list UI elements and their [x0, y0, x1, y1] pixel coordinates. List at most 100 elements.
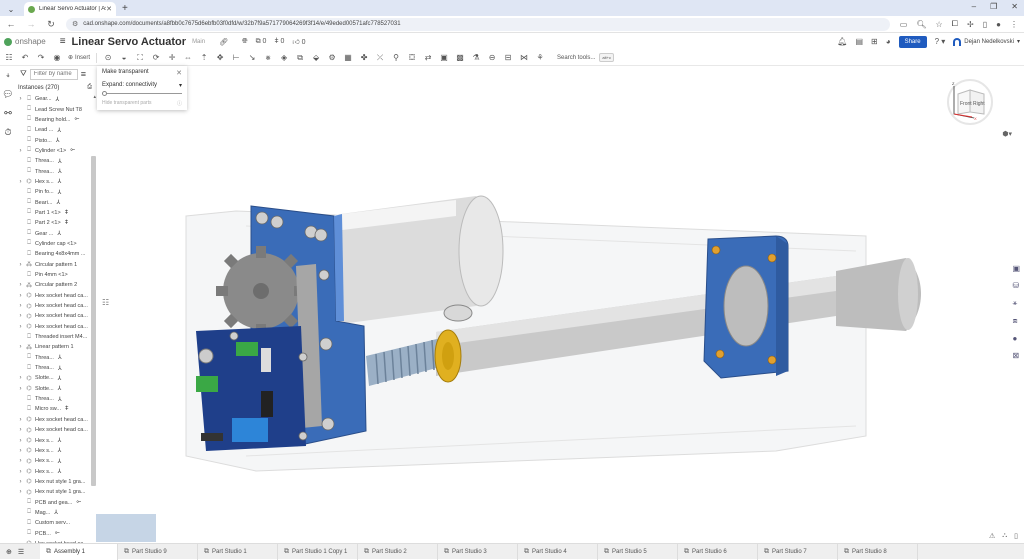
- grid-apps-icon[interactable]: ⊞: [871, 37, 878, 46]
- tab-part-studio[interactable]: ⧉Part Studio 9: [118, 544, 198, 560]
- tab-part-studio[interactable]: ⧉Part Studio 1: [198, 544, 278, 560]
- instance-row[interactable]: ›⌬Hex s...⅄: [16, 446, 90, 456]
- instance-row[interactable]: ›⌬Hex socket head ca...: [16, 291, 90, 301]
- instance-row[interactable]: ⎕Lead Screw Nut T8: [16, 104, 90, 114]
- instance-row[interactable]: ⎕Bearing hold...⟜: [16, 115, 90, 125]
- planar-mate-icon[interactable]: ✥: [215, 51, 225, 65]
- document-menu-icon[interactable]: ≡: [60, 36, 66, 47]
- instance-row[interactable]: ›⌬Hex socket head ca...: [16, 301, 90, 311]
- bom-icon[interactable]: ⛁: [1012, 281, 1020, 290]
- instances-header[interactable]: Instances (270) ⎙: [16, 82, 96, 93]
- instance-row[interactable]: ⎕Gear ...⅄: [16, 228, 90, 238]
- network-icon[interactable]: ⛬: [1002, 532, 1007, 540]
- like-count[interactable]: 👍︎ 0: [292, 37, 305, 46]
- minimize-button[interactable]: –: [972, 2, 976, 11]
- close-window-button[interactable]: ✕: [1011, 2, 1018, 11]
- revolute-mate-icon[interactable]: ⟳: [151, 51, 161, 65]
- app-store-icon[interactable]: ▤: [855, 37, 863, 46]
- group-icon[interactable]: ⧉: [295, 51, 305, 65]
- document-title[interactable]: Linear Servo Actuator: [72, 36, 187, 48]
- view-cube[interactable]: Front Right Z X ⬢▾: [946, 76, 1000, 136]
- public-globe-icon[interactable]: 🌐︎: [242, 38, 248, 46]
- instance-row[interactable]: ›⌬Slotte...⅄: [16, 384, 90, 394]
- gear-relation-icon[interactable]: ⚙: [327, 51, 337, 65]
- instance-row[interactable]: ⎕Threa...⅄: [16, 156, 90, 166]
- configuration-panel-icon[interactable]: ⧈: [1012, 316, 1020, 326]
- filter-icon[interactable]: ⛛: [20, 69, 27, 79]
- list-options-icon[interactable]: ≡: [81, 69, 86, 79]
- explode-view-icon[interactable]: ⛋: [407, 51, 417, 65]
- instance-row[interactable]: ⎕Part 2 <1>ǂ: [16, 218, 90, 228]
- notifications-bell-icon[interactable]: 🔔︎: [837, 37, 847, 46]
- profile-icon[interactable]: ●: [996, 20, 1001, 29]
- expand-caret-icon[interactable]: ›: [16, 427, 25, 433]
- expand-caret-icon[interactable]: ›: [16, 438, 25, 444]
- instance-row[interactable]: ›⌬Hex socket head ca...: [16, 311, 90, 321]
- appearance-panel-icon[interactable]: ▣: [1012, 264, 1020, 273]
- instance-row[interactable]: ›⁂Circular pattern 1: [16, 260, 90, 270]
- tab-part-studio[interactable]: ⧉Part Studio 4: [518, 544, 598, 560]
- folder-icon[interactable]: ⎙: [87, 84, 92, 91]
- site-info-icon[interactable]: ⚙: [72, 20, 78, 28]
- insert-button[interactable]: ⊕Insert: [68, 51, 90, 65]
- reload-button[interactable]: ↻: [46, 19, 56, 30]
- instance-row[interactable]: ⎕Bearing 4x8x4mm ...: [16, 249, 90, 259]
- instance-row[interactable]: ⎕Cylinder cap <1>: [16, 239, 90, 249]
- measure-icon[interactable]: ▣: [439, 51, 449, 65]
- expand-caret-icon[interactable]: ›: [16, 489, 25, 495]
- simulation-icon[interactable]: ⚘: [535, 51, 545, 65]
- branch-count[interactable]: ǂ 0: [274, 38, 284, 45]
- transparency-slider[interactable]: [102, 93, 182, 94]
- instance-row[interactable]: ⎕Mag...⅄: [16, 508, 90, 518]
- graphics-viewport[interactable]: Front Right Z X ⬢▾ ▣ ⛁ ⚹ ⧈ ● ⊠: [96, 66, 1024, 543]
- expand-caret-icon[interactable]: ›: [16, 303, 25, 309]
- pin-slot-mate-icon[interactable]: ⇡: [199, 51, 209, 65]
- instance-row[interactable]: ⎕Threa...⅄: [16, 353, 90, 363]
- expand-caret-icon[interactable]: ›: [16, 148, 25, 154]
- learning-center-icon[interactable]: ◕: [886, 37, 891, 46]
- versions-count[interactable]: ⧉ 0: [256, 38, 267, 46]
- bookmark-star-icon[interactable]: ☆: [935, 20, 942, 29]
- expand-caret-icon[interactable]: ›: [16, 313, 25, 319]
- help-button[interactable]: ? ▾: [935, 37, 946, 46]
- insert-tab-icon[interactable]: ⊕: [6, 548, 12, 556]
- instance-row[interactable]: ›⎕Cylinder <1>⟜: [16, 146, 90, 156]
- forward-button[interactable]: →: [26, 19, 36, 29]
- new-tab-button[interactable]: +: [122, 2, 128, 16]
- instance-row[interactable]: ⎕PCB and gea...⟜: [16, 497, 90, 507]
- extensions-puzzle-icon[interactable]: ✢: [967, 20, 974, 29]
- instance-row[interactable]: ⎕Pisto...⅄: [16, 135, 90, 145]
- browser-menu-icon[interactable]: ⋮: [1010, 20, 1018, 29]
- expand-caret-icon[interactable]: ›: [16, 448, 25, 454]
- tab-part-studio[interactable]: ⧉Part Studio 2: [358, 544, 438, 560]
- branch-label[interactable]: Main: [192, 39, 205, 45]
- instance-row[interactable]: ⎕Micro sw...ǂ: [16, 404, 90, 414]
- instance-row[interactable]: ›⌬Slotte...⅄: [16, 373, 90, 383]
- relation-icon[interactable]: ⬙: [311, 51, 321, 65]
- onshape-logo[interactable]: onshape: [4, 37, 46, 46]
- instance-row[interactable]: ⎕Pin fo...⅄: [16, 187, 90, 197]
- camera-off-icon[interactable]: ▭: [900, 20, 908, 29]
- mate-features-icon[interactable]: ⚯: [4, 108, 12, 119]
- slider-knob[interactable]: [102, 91, 107, 96]
- info-icon[interactable]: ⓘ: [177, 100, 182, 107]
- tangent-mate-icon[interactable]: ⨳: [263, 51, 273, 65]
- tab-part-studio[interactable]: ⧉Part Studio 7: [758, 544, 838, 560]
- instance-row[interactable]: ⎕Threa...⅄: [16, 363, 90, 373]
- browser-tab[interactable]: Linear Servo Actuator | Assem ✕: [24, 2, 116, 16]
- expand-caret-icon[interactable]: ›: [16, 262, 25, 268]
- instance-row[interactable]: ⎕Part 1 <1>ǂ: [16, 208, 90, 218]
- restore-button[interactable]: ❐: [990, 2, 997, 11]
- dialog-close-icon[interactable]: ✕: [176, 69, 182, 77]
- linear-relation-icon[interactable]: ⤫: [375, 51, 385, 65]
- tab-part-studio[interactable]: ⧉Part Studio 1 Copy 1: [278, 544, 358, 560]
- named-positions-icon[interactable]: ⇄: [423, 51, 433, 65]
- side-panel-icon[interactable]: ▯: [983, 20, 987, 29]
- tab-part-studio[interactable]: ⧉Part Studio 5: [598, 544, 678, 560]
- rack-pinion-icon[interactable]: ▦: [343, 51, 353, 65]
- instance-row[interactable]: ›⌬Hex s...⅄: [16, 177, 90, 187]
- configure-icon[interactable]: ⊖: [487, 51, 497, 65]
- instance-row[interactable]: ›⌬Hex socket head ca...: [16, 425, 90, 435]
- instances-list-icon[interactable]: ⍖: [5, 70, 10, 81]
- instance-row[interactable]: ›⌬Hex nut style 1 gra...: [16, 477, 90, 487]
